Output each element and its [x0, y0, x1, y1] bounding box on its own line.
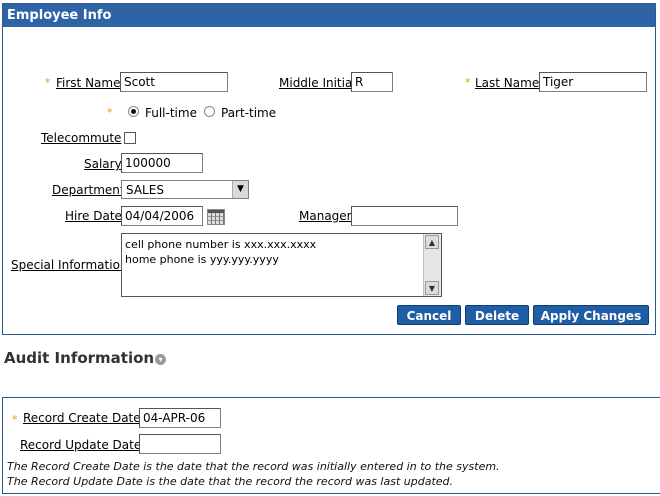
- record-create-date-input[interactable]: 04-APR-06: [139, 408, 221, 428]
- full-time-label: Full-time: [145, 106, 197, 120]
- record-update-date-label: Record Update Date:: [20, 438, 146, 452]
- audit-title-text: Audit Information: [4, 349, 155, 367]
- textarea-scrollbar[interactable]: ▲ ▼: [423, 234, 441, 296]
- last-name-label: Last Name: [475, 76, 540, 90]
- audit-information-title[interactable]: Audit Information ▾: [4, 349, 167, 367]
- telecommute-checkbox[interactable]: [124, 132, 136, 144]
- department-value: SALES: [126, 183, 164, 197]
- manager-input[interactable]: [351, 206, 458, 226]
- last-name-input[interactable]: Tiger: [539, 72, 647, 92]
- record-update-date-note: The Record Update Date is the date that …: [7, 475, 454, 488]
- middle-initial-input[interactable]: R: [351, 72, 393, 92]
- first-name-label: First Name: [56, 76, 121, 90]
- hire-date-label: Hire Date: [65, 209, 122, 223]
- record-create-date-note: The Record Create Date is the date that …: [7, 460, 500, 473]
- delete-button[interactable]: Delete: [465, 305, 529, 325]
- special-information-text: cell phone number is xxx.xxx.xxxx home p…: [125, 238, 317, 266]
- required-indicator: *: [465, 76, 471, 89]
- department-select[interactable]: SALES ▼: [121, 180, 249, 199]
- region-title: Employee Info: [3, 4, 655, 27]
- record-update-date-input[interactable]: [139, 434, 221, 454]
- chevron-down-icon[interactable]: ▼: [232, 181, 248, 198]
- special-information-textarea[interactable]: cell phone number is xxx.xxx.xxxx home p…: [121, 233, 442, 297]
- expand-icon[interactable]: ▾: [155, 354, 167, 365]
- required-indicator: *: [45, 76, 51, 89]
- part-time-radio[interactable]: [204, 106, 215, 117]
- part-time-label: Part-time: [221, 106, 277, 120]
- scroll-up-icon[interactable]: ▲: [425, 235, 439, 249]
- full-time-radio[interactable]: [128, 106, 139, 117]
- record-create-date-label: Record Create Date:: [23, 411, 145, 425]
- first-name-input[interactable]: Scott: [120, 72, 228, 92]
- calendar-icon[interactable]: [207, 209, 225, 225]
- required-indicator: *: [12, 413, 18, 426]
- middle-initial-label: Middle Initial: [279, 76, 356, 90]
- telecommute-label: Telecommute: [41, 131, 122, 145]
- department-label: Department: [52, 183, 125, 197]
- manager-label: Manager: [299, 209, 352, 223]
- required-indicator: *: [107, 106, 113, 119]
- salary-input[interactable]: 100000: [121, 153, 203, 173]
- hire-date-input[interactable]: 04/04/2006: [121, 206, 203, 226]
- salary-label: Salary: [84, 157, 122, 171]
- cancel-button[interactable]: Cancel: [397, 305, 461, 325]
- special-information-label: Special Information: [11, 258, 128, 272]
- scroll-down-icon[interactable]: ▼: [425, 281, 439, 295]
- apply-changes-button[interactable]: Apply Changes: [533, 305, 649, 325]
